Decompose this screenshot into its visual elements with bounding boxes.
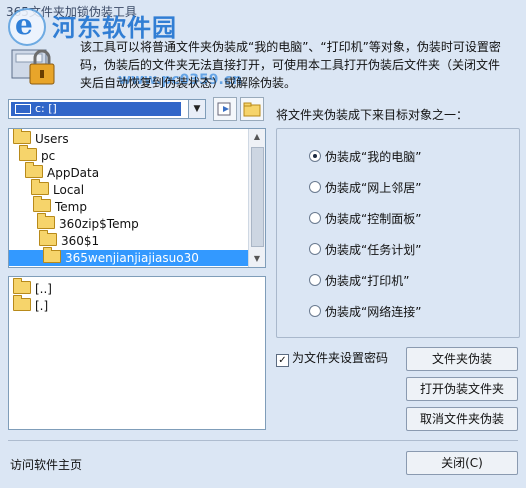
radio-printer[interactable]: 伪装成“打印机”	[309, 273, 409, 289]
divider	[8, 440, 518, 441]
scroll-down-icon[interactable]: ▼	[249, 251, 265, 267]
open-folder-button[interactable]	[240, 97, 264, 121]
folder-icon	[13, 295, 31, 311]
disguise-options-group: 伪装成“我的电脑” 伪装成“网上邻居” 伪装成“控制面板” 伪装成“任务计划” …	[276, 128, 520, 338]
checkmark-icon: ✓	[276, 354, 289, 367]
tree-item-selected[interactable]: 365wenjianjiajiasuo30	[9, 247, 249, 266]
refresh-button[interactable]	[213, 97, 237, 121]
folder-icon	[33, 196, 51, 212]
tree-scrollbar[interactable]: ▲ ▼	[248, 129, 265, 267]
radio-network-connections[interactable]: 伪装成“网络连接”	[309, 304, 421, 320]
radio-unchecked-icon	[309, 212, 321, 224]
radio-network-neighborhood[interactable]: 伪装成“网上邻居”	[309, 180, 421, 196]
radio-unchecked-icon	[309, 274, 321, 286]
folder-icon	[25, 162, 43, 178]
drive-label: c: []	[35, 102, 57, 115]
visit-homepage-link[interactable]: 访问软件主页	[10, 456, 82, 473]
disguise-folder-button[interactable]: 文件夹伪装	[406, 347, 518, 371]
folder-icon	[39, 230, 57, 246]
tree-item[interactable]: 360zip$Temp	[37, 213, 139, 232]
folder-icon	[13, 278, 31, 294]
radio-scheduled-tasks[interactable]: 伪装成“任务计划”	[309, 242, 421, 258]
chevron-down-icon[interactable]: ▼	[188, 100, 205, 118]
folder-open-icon	[43, 247, 61, 263]
password-checkbox[interactable]: ✓ 为文件夹设置密码	[276, 350, 389, 367]
scroll-thumb[interactable]	[251, 147, 264, 247]
folder-lock-icon	[10, 46, 60, 90]
watermark-e-icon: e	[15, 8, 33, 41]
password-checkbox-label: 为文件夹设置密码	[292, 351, 389, 365]
cancel-disguise-button[interactable]: 取消文件夹伪装	[406, 407, 518, 431]
close-button[interactable]: 关闭(C)	[406, 451, 518, 475]
folder-icon	[37, 213, 55, 229]
radio-unchecked-icon	[309, 181, 321, 193]
radio-unchecked-icon	[309, 305, 321, 317]
radio-my-computer[interactable]: 伪装成“我的电脑”	[309, 149, 421, 165]
open-disguised-folder-button[interactable]: 打开伪装文件夹	[406, 377, 518, 401]
radio-unchecked-icon	[309, 243, 321, 255]
folder-icon	[19, 145, 37, 161]
drive-icon	[15, 104, 31, 114]
drive-select[interactable]: c: [] ▼	[8, 99, 206, 119]
folder-tree[interactable]: Users pc AppData Local Temp 360zip$Temp …	[8, 128, 266, 268]
drive-selected-value: c: []	[11, 102, 181, 116]
radio-checked-icon	[309, 150, 321, 162]
radio-control-panel[interactable]: 伪装成“控制面板”	[309, 211, 421, 227]
folder-icon	[13, 129, 31, 144]
folder-icon	[243, 102, 261, 117]
file-list[interactable]: [..] [.]	[8, 276, 266, 430]
disguise-target-label: 将文件夹伪装成下来目标对象之一：	[276, 108, 469, 122]
scroll-up-icon[interactable]: ▲	[249, 129, 265, 145]
refresh-icon	[217, 102, 231, 116]
list-item[interactable]: [.]	[13, 295, 48, 314]
description-text: 该工具可以将普通文件夹伪装成“我的电脑”、“打印机”等对象，伪装时可设置密码，伪…	[80, 40, 501, 90]
folder-icon	[31, 179, 49, 195]
